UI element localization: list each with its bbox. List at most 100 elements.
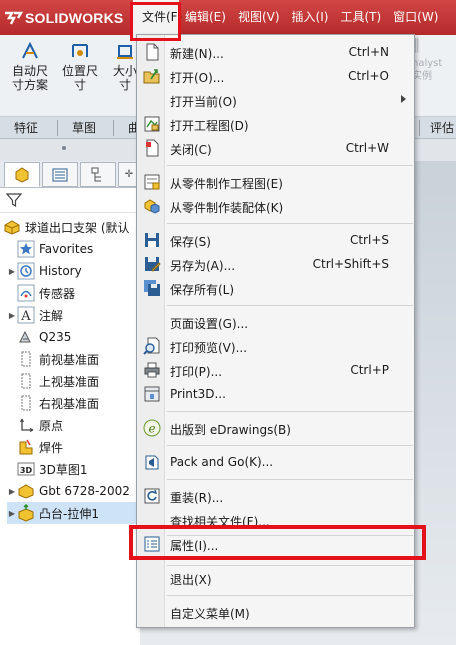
menu-item-label: 关闭(C) — [170, 143, 212, 157]
tree-root-label: 球道出口支架 (默认 — [25, 220, 130, 235]
file-menu-highlight-box — [130, 2, 181, 41]
sensor-icon — [17, 284, 35, 302]
tree-item-right-plane[interactable]: 右视基准面 — [7, 392, 99, 414]
tree-item-boss-extrude[interactable]: ▶ 凸台-拉伸1 — [7, 502, 140, 524]
location-dimension-button[interactable]: 位置尺 寸 — [58, 39, 102, 92]
configurationmanager-icon — [91, 167, 101, 181]
plane-icon — [21, 351, 31, 367]
menu-item-make-assembly[interactable]: 从零件制作装配体(K) — [137, 195, 414, 217]
analyst-button[interactable]: ⫼ nalyst 实例 — [412, 38, 456, 83]
tree-item-label: 右视基准面 — [39, 396, 100, 411]
svg-text:e: e — [148, 422, 155, 436]
tree-item-label: 3D草图1 — [39, 462, 88, 477]
menu-item-close[interactable]: 关闭(C) Ctrl+W — [137, 137, 414, 159]
menu-insert[interactable]: 插入(I) — [286, 0, 335, 35]
expand-arrow-icon[interactable]: ▶ — [7, 487, 17, 496]
auto-dimension-icon — [22, 41, 38, 59]
tree-item-structure-member[interactable]: ▶ Gbt 6728-2002 — [7, 480, 130, 502]
menu-item-print[interactable]: 打印(P)... Ctrl+P — [137, 359, 414, 381]
tab-sketch[interactable]: 草图 — [58, 117, 96, 139]
tree-item-label: History — [39, 264, 82, 278]
menu-item-label: 自定义菜单(M) — [170, 607, 250, 621]
expand-arrow-icon[interactable]: ▶ — [7, 311, 17, 320]
tree-item-3d-sketch[interactable]: 3D 3D草图1 — [7, 458, 88, 480]
tree-item-weldment[interactable]: 焊件 — [7, 436, 63, 458]
annotation-icon: A — [17, 306, 35, 324]
favorites-star-icon — [17, 240, 35, 258]
menu-item-label: 从零件制作装配体(K) — [170, 201, 284, 215]
menu-item-label: 出版到 eDrawings(B) — [170, 423, 291, 437]
menu-item-save-all[interactable]: 保存所有(L) — [137, 277, 414, 299]
tab-features[interactable]: 特征 — [0, 117, 38, 139]
expand-arrow-icon[interactable]: ▶ — [7, 509, 17, 518]
filter-icon[interactable] — [6, 192, 22, 208]
tree-item-label: Gbt 6728-2002 — [39, 484, 130, 498]
menu-item-exit[interactable]: 退出(X) — [137, 567, 414, 589]
menu-window[interactable]: 窗口(W) — [387, 0, 444, 35]
tree-item-annotations[interactable]: ▶ A 注解 — [7, 304, 63, 326]
tree-item-origin[interactable]: 原点 — [7, 414, 63, 436]
tree-root-part[interactable]: 球道出口支架 (默认 — [3, 216, 130, 238]
auto-dimension-label-2: 寸方案 — [11, 78, 48, 92]
reload-icon — [144, 488, 160, 504]
menu-view[interactable]: 视图(V) — [232, 0, 286, 35]
menu-item-label: 打印预览(V)... — [170, 341, 248, 355]
analyst-label-1: nalyst — [412, 58, 443, 69]
menu-item-pack-and-go[interactable]: Pack and Go(K)... — [137, 451, 414, 473]
auto-dimension-button[interactable]: 自动尺 寸方案 — [8, 39, 52, 92]
menu-item-customize-menu[interactable]: 自定义菜单(M) — [137, 601, 414, 623]
tab-propertymanager[interactable] — [42, 162, 78, 187]
menu-item-reload[interactable]: 重装(R)... — [137, 485, 414, 507]
solidworks-logo[interactable]: SOLIDWORKS — [3, 9, 123, 27]
tree-item-label: 凸台-拉伸1 — [39, 506, 99, 521]
menu-separator — [167, 595, 413, 596]
menu-item-label: 打开工程图(D) — [170, 119, 249, 133]
structure-member-icon — [18, 484, 34, 499]
menu-item-save-as[interactable]: 另存为(A)... Ctrl+Shift+S — [137, 253, 414, 275]
open-folder-icon — [143, 69, 160, 84]
menu-item-save[interactable]: 保存(S) Ctrl+S — [137, 229, 414, 251]
make-drawing-icon — [144, 174, 160, 190]
tree-item-label: 焊件 — [39, 440, 64, 455]
tree-item-front-plane[interactable]: 前视基准面 — [7, 348, 99, 370]
tree-item-label: Q235 — [39, 330, 72, 344]
menu-item-open[interactable]: 打开(O)... Ctrl+O — [137, 65, 414, 87]
menu-separator — [167, 305, 413, 306]
menu-item-new[interactable]: 新建(N)... Ctrl+N — [137, 41, 414, 63]
menu-item-shortcut: Ctrl+S — [349, 233, 389, 247]
tree-item-label: 上视基准面 — [39, 374, 100, 389]
menu-edit[interactable]: 编辑(E) — [179, 0, 232, 35]
splitter-handle[interactable] — [62, 146, 66, 150]
tree-item-top-plane[interactable]: 上视基准面 — [7, 370, 99, 392]
weldment-icon — [19, 439, 33, 455]
tree-item-material[interactable]: Q235 — [7, 326, 71, 348]
menu-item-open-recent[interactable]: 打开当前(O) — [137, 89, 414, 111]
menu-separator — [167, 445, 413, 446]
title-bar: SOLIDWORKS 文件(F) 编辑(E) 视图(V) 插入(I) 工具(T)… — [0, 0, 456, 35]
save-icon — [145, 233, 159, 247]
menu-item-shortcut: Ctrl+N — [348, 45, 389, 59]
menu-item-label: 打开当前(O) — [170, 95, 237, 109]
menu-item-publish-edrawings[interactable]: e 出版到 eDrawings(B) — [137, 417, 414, 439]
tree-item-sensors[interactable]: 传感器 — [7, 282, 75, 304]
tab-featuremanager[interactable] — [4, 162, 40, 187]
tab-evaluate[interactable]: 评估 — [416, 117, 454, 139]
menu-item-page-setup[interactable]: 页面设置(G)... — [137, 311, 414, 333]
menu-item-open-drawing[interactable]: 打开工程图(D) — [137, 113, 414, 135]
menu-separator — [167, 479, 413, 480]
menu-item-label: Print3D... — [170, 387, 226, 401]
analyst-label-2: 实例 — [412, 71, 432, 82]
menu-tools[interactable]: 工具(T) — [334, 0, 387, 35]
menu-separator — [167, 223, 413, 224]
edrawings-icon: e — [143, 419, 161, 437]
tab-configurationmanager[interactable] — [80, 162, 116, 187]
menu-item-label: 另存为(A)... — [170, 259, 236, 273]
tree-item-history[interactable]: ▶ History — [7, 260, 82, 282]
menu-item-label: 页面设置(G)... — [170, 317, 249, 331]
menu-item-make-drawing[interactable]: 从零件制作工程图(E) — [137, 171, 414, 193]
menu-item-shortcut: Ctrl+O — [348, 69, 389, 83]
tree-item-favorites[interactable]: Favorites — [7, 238, 93, 260]
menu-item-print-preview[interactable]: 打印预览(V)... — [137, 335, 414, 357]
expand-arrow-icon[interactable]: ▶ — [7, 267, 17, 276]
menu-item-print3d[interactable]: Print3D... — [137, 383, 414, 405]
